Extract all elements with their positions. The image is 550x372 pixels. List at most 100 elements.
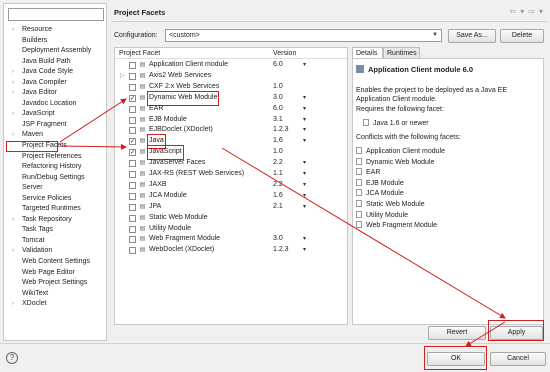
facet-checkbox[interactable] (129, 127, 136, 135)
version-dropdown-icon[interactable]: ▾ (303, 245, 306, 256)
facet-name: WebDoclet (XDoclet) (149, 246, 215, 254)
facet-row[interactable]: ▤ WebDoclet (XDoclet) 1.2.3 ▾ (115, 245, 347, 256)
facet-checkbox[interactable] (129, 171, 136, 178)
version-dropdown-icon[interactable]: ▾ (303, 202, 306, 213)
nav-item[interactable]: › Validation (6, 246, 106, 257)
facet-checkbox[interactable] (129, 72, 136, 80)
facet-row[interactable]: ▤ EAR 6.0 ▾ (115, 104, 347, 115)
nav-item[interactable]: › Java Code Style (6, 67, 106, 78)
facet-checkbox[interactable] (129, 62, 136, 69)
filter-input[interactable] (8, 8, 104, 21)
nav-item[interactable]: Project References (6, 152, 106, 163)
facet-icon: ▤ (139, 203, 146, 210)
version-dropdown-icon[interactable]: ▾ (303, 169, 306, 180)
nav-item[interactable]: Service Policies (6, 194, 106, 205)
facet-checkbox[interactable] (129, 247, 136, 255)
version-dropdown-icon[interactable]: ▾ (303, 104, 306, 115)
nav-item[interactable]: Project Facets (6, 141, 67, 152)
nav-item[interactable]: Java Build Path (6, 57, 106, 68)
version-dropdown-icon[interactable]: ▾ (303, 191, 306, 202)
nav-item[interactable]: Web Project Settings (6, 278, 106, 289)
facet-row[interactable]: ▤ Web Fragment Module 3.0 ▾ (115, 234, 347, 245)
back-arrow-icon[interactable]: ⇦ (510, 7, 517, 16)
nav-item[interactable]: WikiText (6, 289, 106, 300)
nav-item[interactable]: › Maven (6, 130, 106, 141)
forward-arrow-icon[interactable]: ⇨ (528, 7, 535, 16)
delete-button[interactable]: Delete (500, 29, 544, 43)
facet-row[interactable]: ▤ Static Web Module (115, 213, 347, 224)
facet-row[interactable]: ▤ JPA 2.1 ▾ (115, 202, 347, 213)
menu-arrow-icon[interactable]: ▾ (539, 7, 543, 16)
expand-arrow-icon[interactable]: › (12, 109, 14, 120)
expand-arrow-icon[interactable]: › (12, 88, 14, 99)
facet-row[interactable]: ✓ ▤ Dynamic Web Module 3.0 ▾ (115, 90, 347, 106)
facet-row[interactable]: ▤ JavaServer Faces 2.2 ▾ (115, 158, 347, 169)
facet-row[interactable]: ▤ CXF 2.x Web Services 1.0 (115, 82, 347, 93)
facet-checkbox[interactable] (129, 236, 136, 244)
facet-checkbox[interactable] (129, 116, 136, 124)
facet-checkbox[interactable] (129, 105, 136, 113)
expand-arrow-icon[interactable]: › (12, 67, 14, 78)
facet-checkbox[interactable] (129, 181, 136, 189)
nav-item[interactable]: › XDoclet (6, 299, 106, 310)
expand-arrow-icon[interactable]: › (12, 78, 14, 89)
facet-row[interactable]: ▤ Application Client module 6.0 ▾ (115, 60, 347, 71)
nav-item[interactable]: Targeted Runtimes (6, 204, 106, 215)
conflict-item: EAR (356, 168, 380, 178)
nav-item[interactable]: › Task Repository (6, 215, 106, 226)
facet-row[interactable]: ▷ ▤ Axis2 Web Services (115, 71, 347, 82)
configuration-select[interactable]: <custom> ▼ (165, 29, 442, 42)
expand-arrow-icon[interactable]: › (12, 130, 14, 141)
expand-arrow-icon[interactable]: › (12, 299, 14, 310)
expand-arrow-icon[interactable]: › (12, 215, 14, 226)
version-dropdown-icon[interactable]: ▾ (303, 125, 306, 136)
facet-checkbox[interactable] (129, 83, 136, 91)
facet-row[interactable]: ✓ ▤ Java 1.6 ▾ (115, 134, 347, 150)
facet-checkbox[interactable]: ✓ (129, 149, 136, 157)
dropdown-arrow-icon[interactable]: ▾ (520, 7, 524, 16)
cancel-button[interactable]: Cancel (490, 352, 546, 366)
nav-item[interactable]: Run/Debug Settings (6, 173, 106, 184)
version-dropdown-icon[interactable]: ▾ (303, 180, 306, 191)
facet-checkbox[interactable]: ✓ (129, 94, 136, 102)
facet-row[interactable]: ▤ JCA Module 1.6 ▾ (115, 191, 347, 202)
nav-item[interactable]: Web Page Editor (6, 268, 106, 279)
nav-item[interactable]: JSP Fragment (6, 120, 106, 131)
nav-item[interactable]: › Java Editor (6, 88, 106, 99)
nav-item[interactable]: Server (6, 183, 106, 194)
facet-row[interactable]: ▤ JAXB 2.2 ▾ (115, 180, 347, 191)
nav-item[interactable]: Builders (6, 36, 106, 47)
nav-item[interactable]: Deployment Assembly (6, 46, 106, 57)
facet-row[interactable]: ▤ EJB Module 3.1 ▾ (115, 115, 347, 126)
nav-item[interactable]: Web Content Settings (6, 257, 106, 268)
facet-row[interactable]: ✓ ▤ JavaScript 1.0 (115, 145, 347, 161)
facet-row[interactable]: ▤ EJBDoclet (XDoclet) 1.2.3 ▾ (115, 125, 347, 136)
nav-item[interactable]: Task Tags (6, 225, 106, 236)
revert-button[interactable]: Revert (428, 326, 486, 340)
facet-checkbox[interactable] (129, 214, 136, 222)
version-dropdown-icon[interactable]: ▾ (303, 234, 306, 245)
nav-item[interactable]: › Java Compiler (6, 78, 106, 89)
nav-item[interactable]: Refactoring History (6, 162, 106, 173)
facet-checkbox[interactable] (129, 225, 136, 233)
version-dropdown-icon[interactable]: ▾ (303, 115, 306, 126)
nav-item[interactable]: Tomcat (6, 236, 106, 247)
version-dropdown-icon[interactable]: ▾ (303, 136, 306, 147)
save-as-button[interactable]: Save As... (448, 29, 496, 43)
facet-checkbox[interactable] (129, 160, 136, 168)
nav-item[interactable]: › JavaScript (6, 109, 106, 120)
facet-checkbox[interactable] (129, 192, 136, 200)
facet-row[interactable]: ▤ Utility Module (115, 224, 347, 235)
expand-arrow-icon[interactable]: › (12, 25, 14, 36)
version-dropdown-icon[interactable]: ▾ (303, 60, 306, 71)
facet-checkbox[interactable] (129, 203, 136, 211)
expand-arrow-icon[interactable]: › (12, 246, 14, 257)
nav-item[interactable]: Javadoc Location (6, 99, 106, 110)
facet-row[interactable]: ▤ JAX-RS (REST Web Services) 1.1 ▾ (115, 169, 347, 180)
version-dropdown-icon[interactable]: ▾ (303, 158, 306, 169)
help-icon[interactable]: ? (6, 352, 18, 364)
nav-item[interactable]: › Resource (6, 25, 106, 36)
version-dropdown-icon[interactable]: ▾ (303, 93, 306, 104)
expand-arrow-icon[interactable]: ▷ (120, 71, 125, 82)
facet-checkbox[interactable]: ✓ (129, 138, 136, 146)
